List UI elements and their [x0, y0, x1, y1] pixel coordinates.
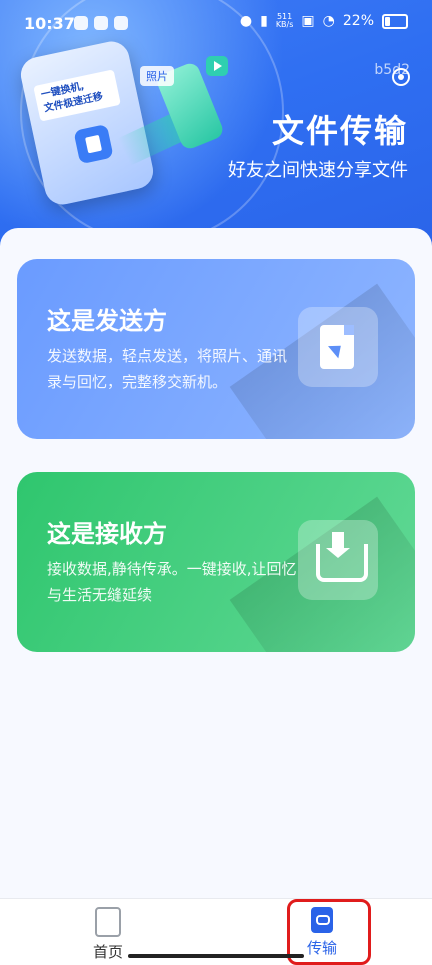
- battery-icon: [382, 13, 408, 29]
- sender-icon-box: [298, 307, 378, 387]
- phone-card: 一键换机, 文件极速迁移: [33, 69, 121, 122]
- tab-home-label: 首页: [92, 943, 123, 961]
- vibrate-icon: ▮: [260, 13, 268, 29]
- sim-icon: ▣: [301, 13, 315, 29]
- download-arrow-icon: [326, 532, 350, 558]
- status-time: 10:37: [24, 14, 75, 33]
- status-bar: 10:37 ● ▮ 511 KB/s ▣ ◔ 22%: [0, 0, 432, 50]
- home-phones-icon: [95, 907, 121, 937]
- location-icon: ●: [239, 13, 253, 29]
- receiver-title: 这是接收方: [47, 520, 167, 548]
- document-icon: [73, 123, 114, 165]
- tiktok-icon: [94, 16, 108, 30]
- sender-description: 发送数据，轻点发送，将照片、通讯录与回忆，完整移交新机。: [47, 347, 288, 391]
- sender-card[interactable]: 这是发送方 发送数据，轻点发送，将照片、通讯录与回忆，完整移交新机。: [17, 259, 415, 439]
- receiver-card[interactable]: 这是接收方 接收数据,静待传承。一键接收,让回忆与生活无缝延续: [17, 472, 415, 652]
- network-speed: 511 KB/s: [276, 13, 294, 29]
- wifi-icon: ◔: [322, 13, 335, 29]
- battery-percent: 22%: [342, 13, 374, 29]
- status-right: ● ▮ 511 KB/s ▣ ◔ 22%: [240, 13, 408, 29]
- file-send-icon: [320, 325, 354, 369]
- photo-tag: 照片: [140, 66, 174, 86]
- video-play-icon: [206, 56, 228, 76]
- settings-icon[interactable]: [392, 68, 410, 86]
- mail-icon: [114, 16, 128, 30]
- page-title: 文件传输: [271, 112, 408, 150]
- home-indicator[interactable]: [128, 954, 304, 958]
- network-speed-unit: KB/s: [275, 20, 294, 29]
- notification-icons: [74, 16, 128, 30]
- main-content: 这是发送方 发送数据，轻点发送，将照片、通讯录与回忆，完整移交新机。 这是接收方…: [0, 228, 432, 898]
- sender-title: 这是发送方: [47, 307, 167, 335]
- page-subtitle: 好友之间快速分享文件: [228, 160, 408, 181]
- receiver-description: 接收数据,静待传承。一键接收,让回忆与生活无缝延续: [47, 560, 297, 604]
- app-notification-icon: [74, 16, 88, 30]
- receiver-icon-box: [298, 520, 378, 600]
